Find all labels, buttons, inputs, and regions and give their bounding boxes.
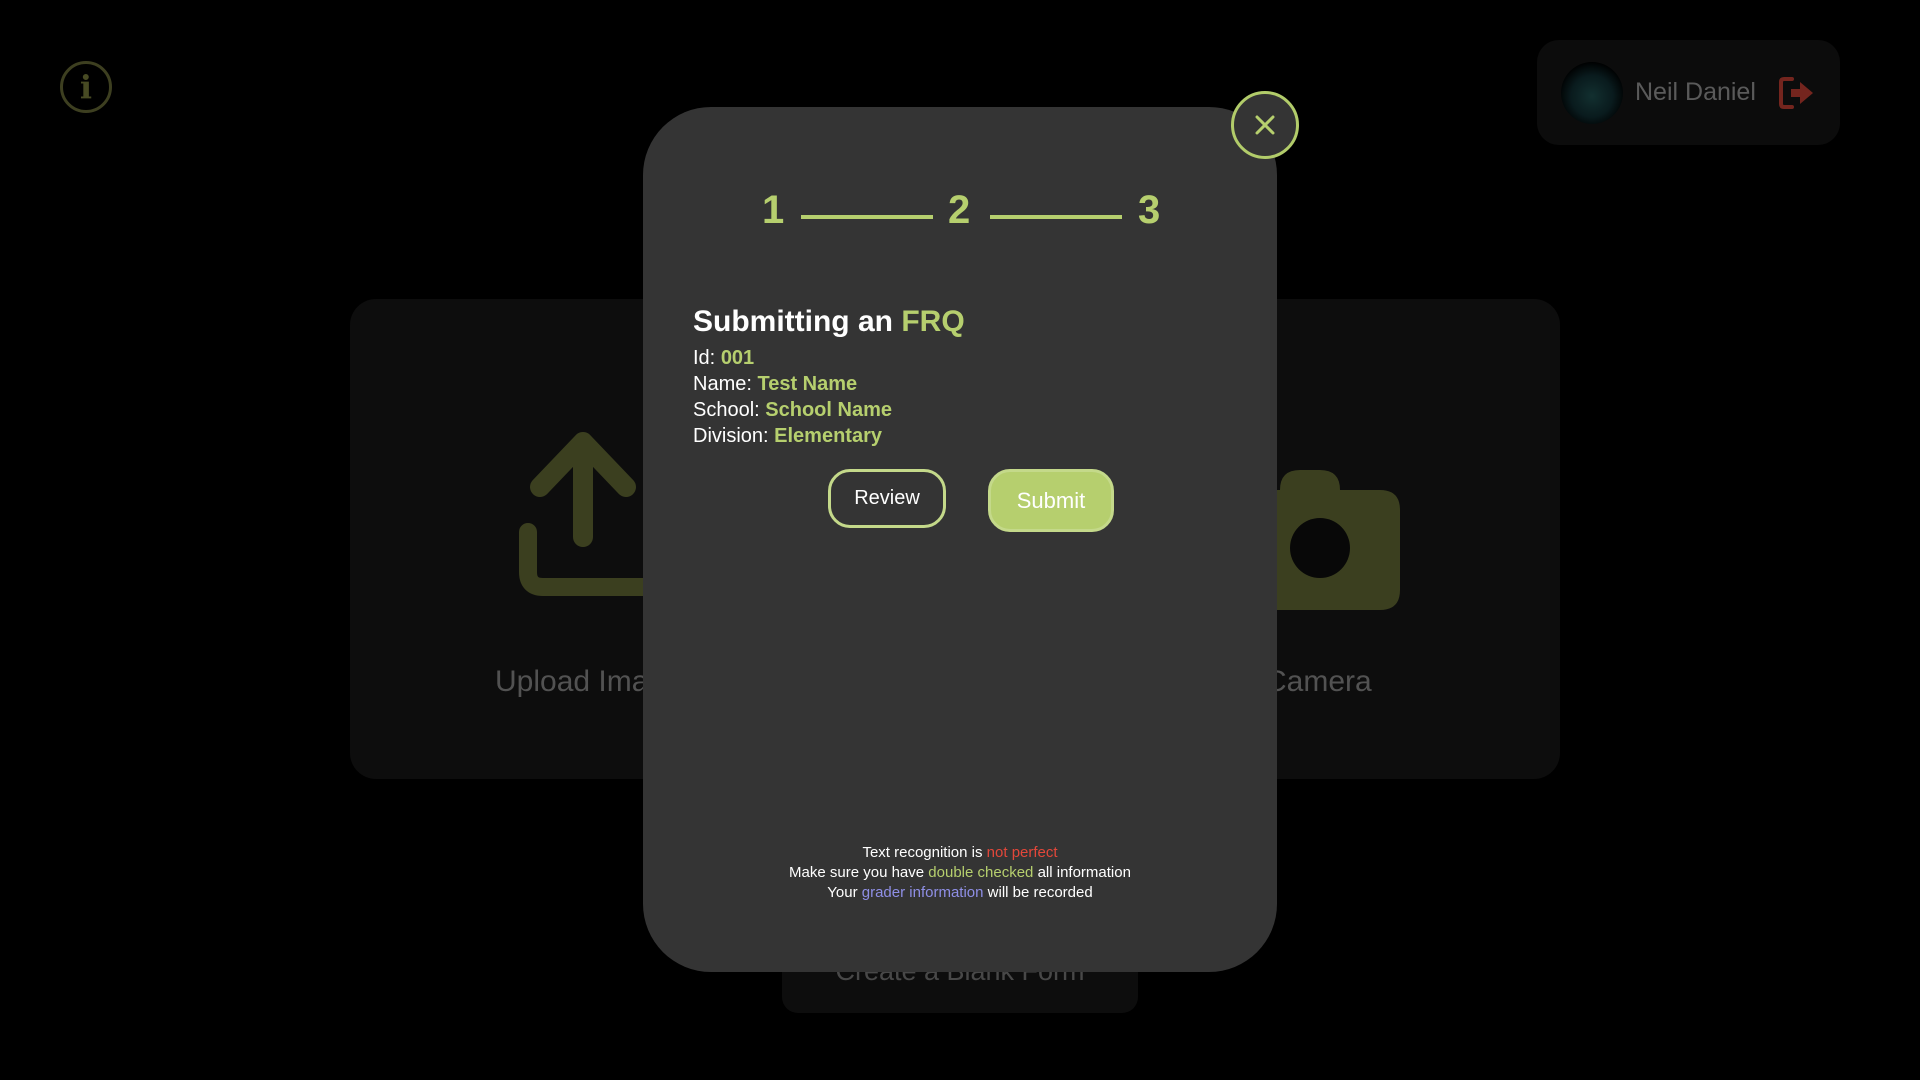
modal-title-prefix: Submitting an bbox=[693, 305, 893, 338]
detail-name: Name: Test Name bbox=[693, 371, 892, 397]
detail-value: School Name bbox=[765, 399, 892, 421]
submit-button[interactable]: Submit bbox=[988, 469, 1114, 532]
stepper: 1 2 3 bbox=[752, 188, 1172, 244]
detail-value: 001 bbox=[720, 347, 755, 369]
step-3: 3 bbox=[1138, 188, 1161, 232]
notice-highlight: grader information bbox=[861, 884, 984, 901]
submission-details: Id: 001 Name: Test Name School: School N… bbox=[693, 345, 892, 449]
notice-text-part: Your bbox=[827, 884, 858, 901]
step-2: 2 bbox=[948, 188, 971, 232]
notice-highlight: double checked bbox=[928, 864, 1034, 881]
close-icon bbox=[1255, 115, 1275, 135]
modal-title: Submitting an FRQ bbox=[693, 305, 965, 339]
notice-text-part: Make sure you have bbox=[789, 864, 925, 881]
notice-highlight: not perfect bbox=[986, 844, 1058, 861]
modal-title-accent: FRQ bbox=[901, 305, 965, 338]
step-connector bbox=[990, 215, 1122, 219]
detail-label: Id: bbox=[693, 347, 716, 369]
step-connector bbox=[801, 215, 933, 219]
detail-id: Id: 001 bbox=[693, 345, 892, 371]
detail-label: Division: bbox=[693, 425, 769, 447]
detail-division: Division: Elementary bbox=[693, 423, 892, 449]
detail-value: Test Name bbox=[757, 373, 858, 395]
notice-line-2: Make sure you have double checked all in… bbox=[643, 863, 1277, 883]
detail-school: School: School Name bbox=[693, 397, 892, 423]
notice-text-part: Text recognition is bbox=[862, 844, 983, 861]
review-button[interactable]: Review bbox=[828, 469, 946, 528]
detail-label: School: bbox=[693, 399, 760, 421]
step-1: 1 bbox=[762, 188, 785, 232]
detail-value: Elementary bbox=[774, 425, 882, 447]
notice-line-1: Text recognition is not perfect bbox=[643, 843, 1277, 863]
notice-line-3: Your grader information will be recorded bbox=[643, 883, 1277, 903]
notice-text: Text recognition is not perfect Make sur… bbox=[643, 843, 1277, 903]
notice-text-part: all information bbox=[1037, 864, 1131, 881]
detail-label: Name: bbox=[693, 373, 752, 395]
close-button[interactable] bbox=[1231, 91, 1299, 159]
notice-text-part: will be recorded bbox=[987, 884, 1093, 901]
